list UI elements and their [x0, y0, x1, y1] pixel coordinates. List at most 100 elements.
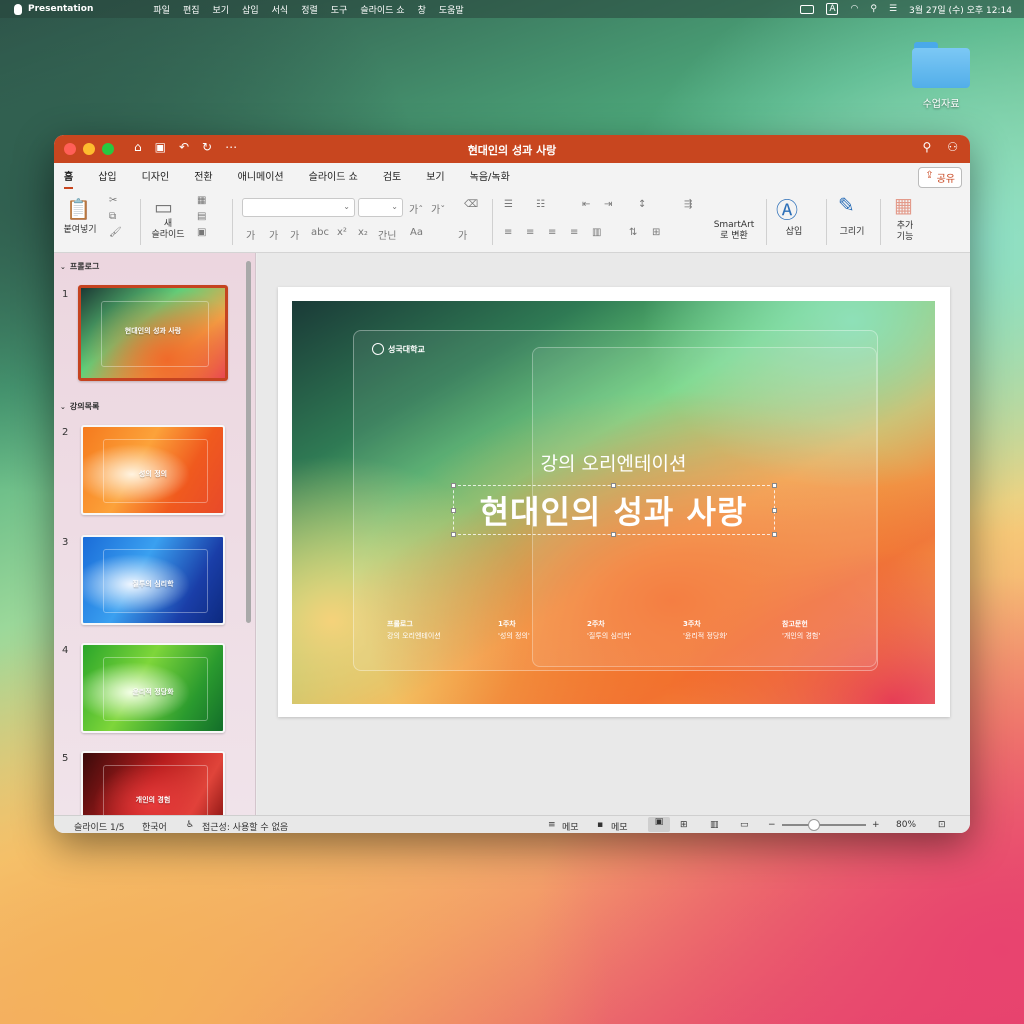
- copy-icon[interactable]: ⧉: [109, 211, 116, 222]
- justify-icon[interactable]: ≡: [570, 227, 578, 238]
- section-icon[interactable]: ▣: [197, 227, 206, 238]
- reading-view-icon[interactable]: ▥: [710, 820, 719, 830]
- comments-button[interactable]: 메모: [611, 820, 628, 833]
- superscript-button[interactable]: x²: [337, 227, 347, 238]
- new-slide-label-2[interactable]: 슬라이드: [148, 230, 188, 241]
- menu-insert[interactable]: 삽입: [242, 3, 259, 16]
- numbering-icon[interactable]: ☷: [536, 199, 545, 210]
- smartart-icon[interactable]: ⇶: [684, 199, 692, 210]
- menu-format[interactable]: 서식: [272, 3, 289, 16]
- align-text-icon[interactable]: ⊞: [652, 227, 660, 238]
- font-name-combo[interactable]: ⌄: [242, 198, 355, 217]
- smartart-label-2[interactable]: 로 변환: [706, 231, 762, 242]
- format-painter-icon[interactable]: 🖌: [109, 227, 122, 238]
- share-button[interactable]: ⇪ 공유: [918, 167, 962, 188]
- slide-thumbnail-2[interactable]: 성의 정의: [81, 425, 225, 515]
- tab-transitions[interactable]: 전환: [194, 168, 212, 189]
- slide-subtitle[interactable]: 강의 오리엔테이션: [292, 449, 935, 476]
- char-spacing-button[interactable]: 간닌: [378, 227, 396, 242]
- line-spacing-icon[interactable]: ↕: [638, 199, 646, 210]
- accessibility-status[interactable]: 접근성: 사용할 수 없음: [202, 820, 288, 833]
- font-color-button[interactable]: 가: [458, 227, 467, 242]
- tab-review[interactable]: 검토: [383, 168, 401, 189]
- bullets-icon[interactable]: ☰: [504, 199, 513, 210]
- menu-clock[interactable]: 3월 27일 (수) 오후 12:14: [909, 3, 1012, 16]
- spotlight-icon[interactable]: ⚲: [870, 4, 877, 14]
- new-slide-label-1[interactable]: 새: [148, 219, 188, 230]
- menu-app-name[interactable]: Presentation: [28, 4, 93, 14]
- search-icon[interactable]: ⚲: [922, 140, 931, 154]
- change-case-button[interactable]: Aa: [410, 227, 423, 238]
- slide-thumbnail-5[interactable]: 개인의 경험: [81, 751, 225, 815]
- draw-icon[interactable]: ✎: [838, 193, 855, 217]
- tab-view[interactable]: 보기: [426, 168, 444, 189]
- university-logo[interactable]: 성국대학교: [372, 343, 425, 355]
- accessibility-icon[interactable]: ♿: [186, 820, 194, 830]
- apple-icon[interactable]: [14, 3, 22, 15]
- slide-title[interactable]: 현대인의 성과 사랑: [292, 487, 935, 533]
- font-size-combo[interactable]: ⌄: [358, 198, 403, 217]
- subscript-button[interactable]: x₂: [358, 227, 368, 238]
- menu-tools[interactable]: 도구: [331, 3, 348, 16]
- layout-icon[interactable]: ▦: [197, 195, 206, 206]
- language-status[interactable]: 한국어: [142, 820, 167, 833]
- add-ins-label-1[interactable]: 추가: [890, 221, 920, 232]
- slide-canvas[interactable]: 성국대학교 강의 오리엔테이션 현대인의 성과 사랑 프롤로그 강의 오리엔테이션…: [292, 301, 935, 704]
- sidebar-scrollbar[interactable]: [246, 261, 251, 623]
- menu-help[interactable]: 도움말: [439, 3, 464, 16]
- tab-animations[interactable]: 애니메이션: [238, 168, 284, 189]
- add-ins-icon[interactable]: ▦: [894, 193, 913, 217]
- align-left-icon[interactable]: ≡: [504, 227, 512, 238]
- zoom-out-button[interactable]: −: [768, 820, 776, 830]
- insert-label[interactable]: 삽입: [776, 227, 812, 238]
- paste-icon[interactable]: 📋: [66, 197, 91, 221]
- align-right-icon[interactable]: ≡: [548, 227, 556, 238]
- tab-insert[interactable]: 삽입: [98, 168, 116, 189]
- comments-icon[interactable]: ▪: [597, 820, 603, 830]
- zoom-slider-knob[interactable]: [808, 819, 820, 831]
- strike-button[interactable]: abc: [311, 227, 329, 238]
- slide-sorter-icon[interactable]: ⊞: [680, 820, 688, 830]
- input-source-icon[interactable]: A: [826, 3, 839, 15]
- normal-view-icon[interactable]: ▣: [648, 817, 670, 832]
- notes-button[interactable]: 메모: [562, 820, 579, 833]
- text-direction-icon[interactable]: ⇅: [629, 227, 637, 238]
- menu-edit[interactable]: 편집: [183, 3, 200, 16]
- zoom-slider[interactable]: [782, 824, 866, 826]
- menu-slideshow[interactable]: 슬라이드 쇼: [360, 3, 404, 16]
- cut-icon[interactable]: ✂: [109, 195, 117, 206]
- battery-icon[interactable]: [800, 4, 815, 14]
- indent-decrease-icon[interactable]: ⇤: [582, 199, 590, 210]
- fit-slide-icon[interactable]: ⊡: [938, 820, 946, 830]
- add-ins-label-2[interactable]: 기능: [890, 232, 920, 243]
- draw-label[interactable]: 그리기: [834, 227, 870, 238]
- desktop-folder[interactable]: 수업자료: [912, 42, 970, 110]
- tab-home[interactable]: 홈: [64, 168, 74, 189]
- zoom-level[interactable]: 80%: [896, 820, 916, 830]
- section-prologue[interactable]: ⌄ 프롤로그: [60, 261, 99, 272]
- slide-thumbnail-4[interactable]: 윤리적 정당화: [81, 643, 225, 733]
- italic-button[interactable]: 가: [269, 227, 278, 242]
- underline-button[interactable]: 가: [290, 227, 299, 242]
- font-grow-button[interactable]: 가ˆ: [409, 201, 423, 216]
- columns-icon[interactable]: ▥: [592, 227, 601, 238]
- section-lectures[interactable]: ⌄ 강의목록: [60, 401, 99, 412]
- collaborate-icon[interactable]: ⚇: [947, 140, 958, 154]
- menu-arrange[interactable]: 정렬: [301, 3, 318, 16]
- font-shrink-button[interactable]: 가ˇ: [431, 201, 445, 216]
- menu-view[interactable]: 보기: [213, 3, 230, 16]
- tab-record[interactable]: 녹음/녹화: [470, 168, 510, 189]
- new-slide-icon[interactable]: ▭: [154, 195, 173, 219]
- slide-thumbnail-3[interactable]: 질투의 심리학: [81, 535, 225, 625]
- reset-icon[interactable]: ▤: [197, 211, 206, 222]
- slide-thumbnail-1[interactable]: 현대인의 성과 사랑: [78, 285, 228, 381]
- paste-label[interactable]: 붙여넣기: [60, 225, 100, 236]
- clear-format-icon[interactable]: ⌫: [464, 199, 478, 210]
- shape-insert-icon[interactable]: Ⓐ: [776, 193, 798, 225]
- smartart-label-1[interactable]: SmartArt: [706, 220, 762, 231]
- indent-increase-icon[interactable]: ⇥: [604, 199, 612, 210]
- wifi-icon[interactable]: ◠: [850, 4, 858, 14]
- bold-button[interactable]: 가: [246, 227, 255, 242]
- menu-file[interactable]: 파일: [153, 3, 170, 16]
- align-center-icon[interactable]: ≡: [526, 227, 534, 238]
